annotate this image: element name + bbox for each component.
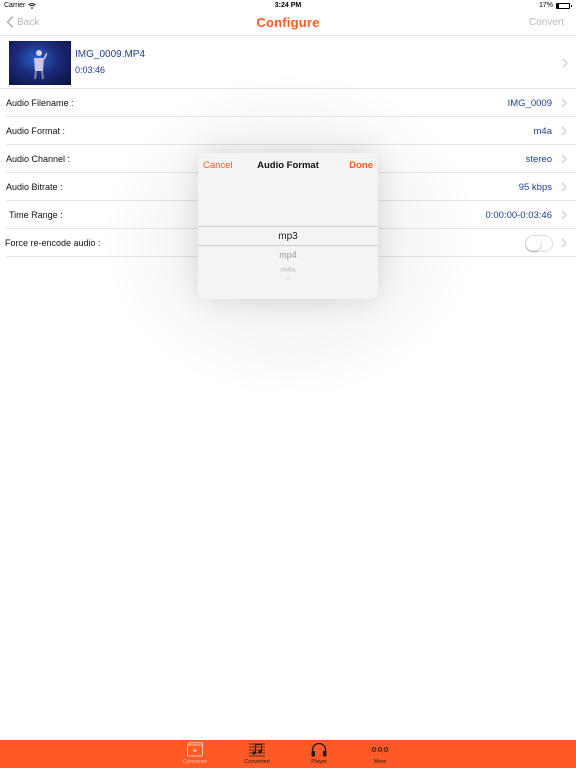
setting-label: Force re-encode audio : xyxy=(5,238,101,248)
tab-label: Converted xyxy=(244,759,270,765)
setting-label: Audio Filename : xyxy=(6,98,74,108)
setting-row-audio-format[interactable]: Audio Format : m4a xyxy=(6,117,576,145)
tab-label: Converter xyxy=(182,759,208,765)
cancel-button[interactable]: Cancel xyxy=(203,160,233,171)
picker-selection-top xyxy=(198,226,378,227)
setting-value: 95 kbps xyxy=(518,182,552,193)
tab-bar: Converter Converted Player More xyxy=(0,740,576,768)
setting-value: IMG_0009 xyxy=(507,98,552,109)
tab-player[interactable]: Player xyxy=(294,742,344,765)
chevron-right-icon xyxy=(561,98,567,108)
toggle-knob xyxy=(526,236,541,251)
popover-header: Cancel Audio Format Done xyxy=(198,153,378,177)
chevron-right-icon xyxy=(561,238,567,248)
tab-converted[interactable]: Converted xyxy=(232,742,282,765)
back-button[interactable]: Back xyxy=(6,16,39,28)
audio-format-popover: Cancel Audio Format Done mp3 mp4 m4a fla… xyxy=(198,153,378,299)
tab-more[interactable]: More xyxy=(355,742,405,765)
picker-option-mp3[interactable]: mp3 xyxy=(198,231,378,242)
page-title: Configure xyxy=(256,15,320,30)
tab-label: Player xyxy=(311,759,327,765)
person-silhouette-icon xyxy=(34,50,47,79)
setting-label: Audio Channel : xyxy=(6,154,71,164)
battery-group: 17% xyxy=(538,2,572,9)
chevron-left-icon xyxy=(6,16,14,28)
chevron-right-icon xyxy=(562,58,568,68)
video-thumbnail xyxy=(9,41,71,85)
chevron-right-icon xyxy=(561,154,567,164)
video-duration: 0:03:46 xyxy=(75,65,106,75)
status-time: 3:24 PM xyxy=(274,2,302,9)
format-picker[interactable]: mp3 mp4 m4a flac xyxy=(198,177,378,299)
tab-converter[interactable]: Converter xyxy=(170,742,220,765)
battery-fill xyxy=(557,3,560,8)
picker-option-mp4[interactable]: mp4 xyxy=(198,250,378,260)
more-dots-icon xyxy=(371,747,389,752)
done-button[interactable]: Done xyxy=(349,160,373,171)
picker-option-m4a[interactable]: m4a xyxy=(198,266,378,274)
setting-value: stereo xyxy=(525,154,552,165)
force-reencode-toggle[interactable] xyxy=(525,235,553,252)
setting-value: 0:00:00-0:03:46 xyxy=(485,210,552,221)
tab-label: More xyxy=(373,759,387,765)
nav-bar: Back Configure Convert xyxy=(0,12,576,36)
setting-row-audio-filename[interactable]: Audio Filename : IMG_0009 xyxy=(6,89,576,117)
battery-percent: 17% xyxy=(538,2,553,9)
music-list-icon xyxy=(249,743,265,757)
headphones-icon xyxy=(311,742,327,757)
setting-label: Time Range : xyxy=(9,210,63,220)
video-filename: IMG_0009.MP4 xyxy=(75,49,146,60)
back-label: Back xyxy=(17,16,40,28)
chevron-right-icon xyxy=(561,182,567,192)
setting-label: Audio Bitrate : xyxy=(6,182,63,192)
film-play-icon xyxy=(187,742,203,757)
chevron-right-icon xyxy=(561,210,567,220)
setting-value: m4a xyxy=(533,126,552,137)
battery-icon xyxy=(556,2,572,9)
chevron-right-icon xyxy=(561,126,567,136)
convert-button[interactable]: Convert xyxy=(529,17,564,28)
picker-option-flac[interactable]: flac xyxy=(198,277,378,280)
status-bar: Carrier 3:24 PM 17% xyxy=(0,0,576,12)
video-row[interactable]: IMG_0009.MP4 0:03:46 xyxy=(0,37,576,89)
picker-selection-bottom xyxy=(198,245,378,246)
setting-label: Audio Format : xyxy=(6,126,66,136)
